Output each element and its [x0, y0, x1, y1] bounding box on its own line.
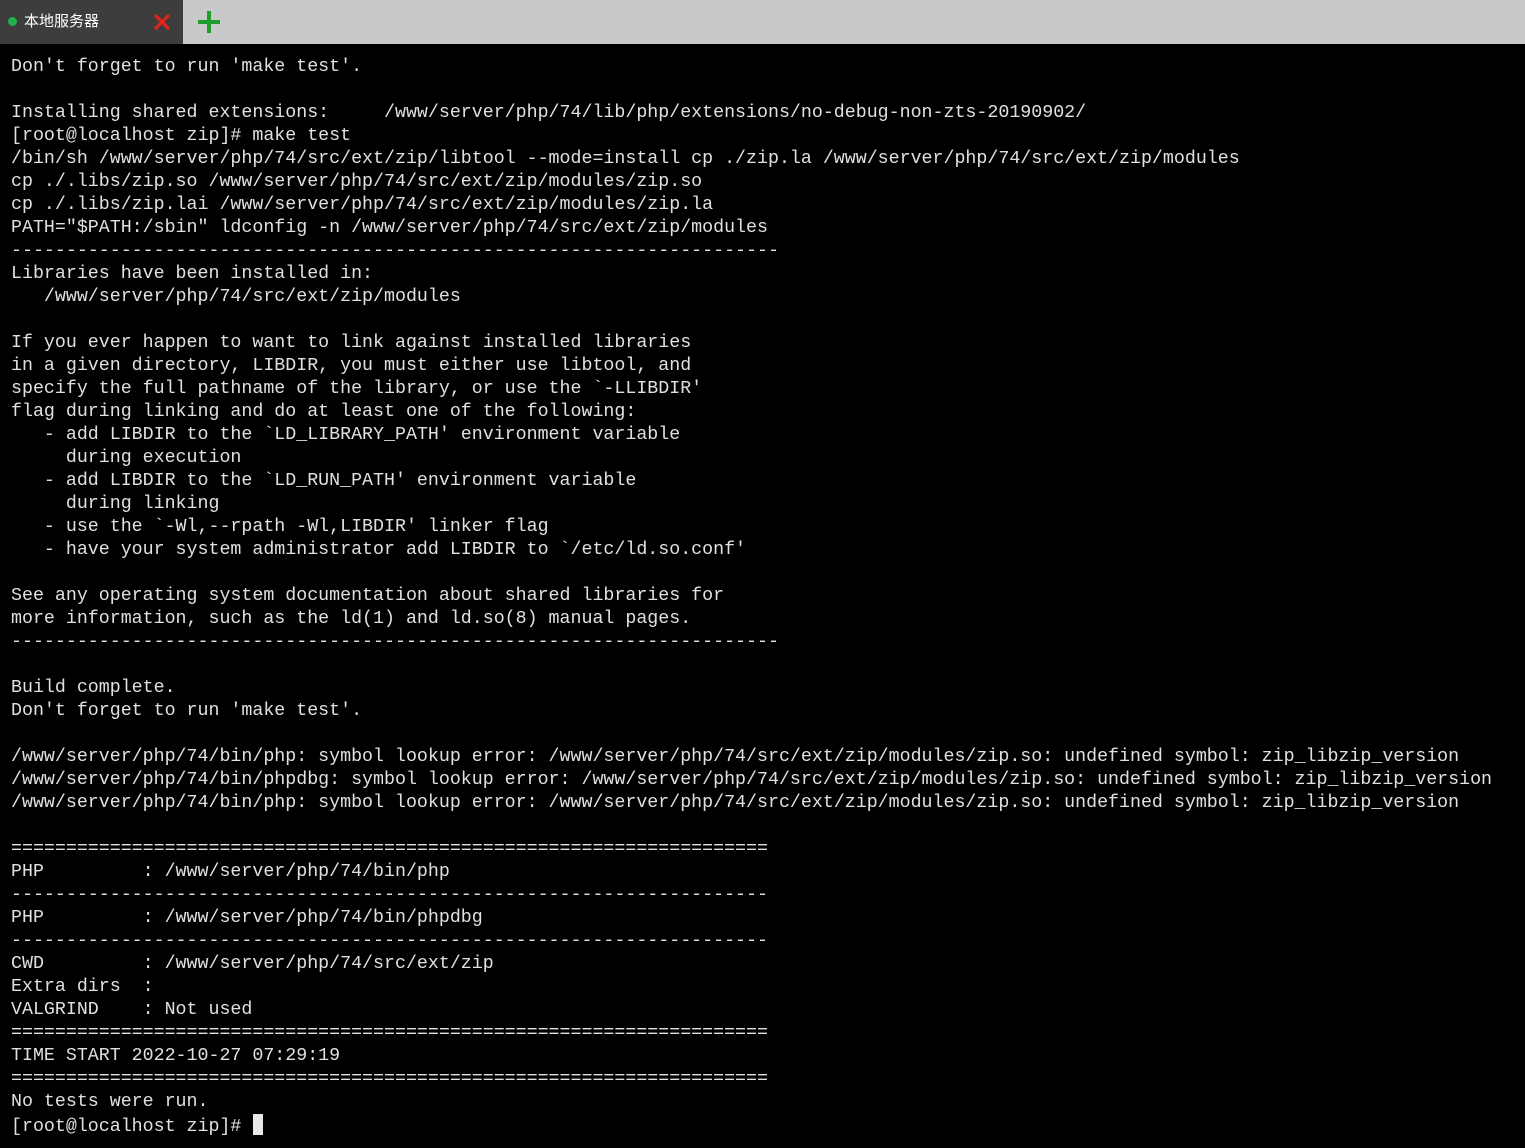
terminal-line: ========================================…: [11, 1022, 1492, 1045]
terminal-line-text: ========================================…: [11, 1023, 768, 1043]
terminal-line-text: - add LIBDIR to the `LD_RUN_PATH' enviro…: [11, 471, 637, 491]
terminal-line: in a given directory, LIBDIR, you must e…: [11, 355, 1492, 378]
terminal-line-text: cp ./.libs/zip.so /www/server/php/74/src…: [11, 172, 703, 192]
terminal-line: during execution: [11, 447, 1492, 470]
terminal-line-text: Don't forget to run 'make test'.: [11, 701, 363, 721]
terminal-line-text: ----------------------------------------…: [11, 885, 768, 905]
terminal-line: See any operating system documentation a…: [11, 585, 1492, 608]
tab-local-server[interactable]: 本地服务器: [0, 0, 183, 44]
terminal-line: - use the `-Wl,--rpath -Wl,LIBDIR' linke…: [11, 516, 1492, 539]
terminal-line: Extra dirs :: [11, 976, 1492, 999]
terminal-output[interactable]: Don't forget to run 'make test'. Installi…: [0, 44, 1525, 1148]
terminal-line-text: - use the `-Wl,--rpath -Wl,LIBDIR' linke…: [11, 517, 549, 537]
terminal-line-text: VALGRIND : Not used: [11, 1000, 253, 1020]
terminal-line-text: Installing shared extensions: /www/serve…: [11, 103, 1087, 123]
terminal-line-text: No tests were run.: [11, 1092, 209, 1112]
terminal-line-text: Build complete.: [11, 678, 176, 698]
terminal-line-text: /www/server/php/74/src/ext/zip/modules: [11, 287, 461, 307]
terminal-line: cp ./.libs/zip.lai /www/server/php/74/sr…: [11, 194, 1492, 217]
terminal-line-text: /www/server/php/74/bin/phpdbg: symbol lo…: [11, 770, 1493, 790]
terminal-line-text: [root@localhost zip]# make test: [11, 126, 352, 146]
terminal-line-text: ========================================…: [11, 839, 768, 859]
terminal-line: VALGRIND : Not used: [11, 999, 1492, 1022]
terminal-line-text: PATH="$PATH:/sbin" ldconfig -n /www/serv…: [11, 218, 768, 238]
terminal-line-text: TIME START 2022-10-27 07:29:19: [11, 1046, 341, 1066]
terminal-line-text: /bin/sh /www/server/php/74/src/ext/zip/l…: [11, 149, 1240, 169]
terminal-line: TIME START 2022-10-27 07:29:19: [11, 1045, 1492, 1068]
terminal-line: PHP : /www/server/php/74/bin/php: [11, 861, 1492, 884]
terminal-line-text: - add LIBDIR to the `LD_LIBRARY_PATH' en…: [11, 425, 681, 445]
terminal-line-text: ----------------------------------------…: [11, 931, 768, 951]
terminal-line: No tests were run.: [11, 1091, 1492, 1114]
terminal-line-text: See any operating system documentation a…: [11, 586, 725, 606]
terminal-line: ----------------------------------------…: [11, 884, 1492, 907]
terminal-line-text: PHP : /www/server/php/74/bin/phpdbg: [11, 908, 483, 928]
terminal-line-text: PHP : /www/server/php/74/bin/php: [11, 862, 450, 882]
terminal-line: /www/server/php/74/bin/php: symbol looku…: [11, 792, 1492, 815]
cursor: [253, 1114, 264, 1135]
terminal-line: ========================================…: [11, 838, 1492, 861]
terminal-line-text: /www/server/php/74/bin/php: symbol looku…: [11, 793, 1460, 813]
terminal-line: ----------------------------------------…: [11, 631, 1492, 654]
terminal-line-text: cp ./.libs/zip.lai /www/server/php/74/sr…: [11, 195, 714, 215]
status-dot-icon: [8, 17, 17, 26]
terminal-line-text: Libraries have been installed in:: [11, 264, 374, 284]
terminal-line: PHP : /www/server/php/74/bin/phpdbg: [11, 907, 1492, 930]
terminal-line: ----------------------------------------…: [11, 930, 1492, 953]
terminal-line: Don't forget to run 'make test'.: [11, 56, 1492, 79]
terminal-line: - have your system administrator add LIB…: [11, 539, 1492, 562]
terminal-line: Libraries have been installed in:: [11, 263, 1492, 286]
terminal-line-text: - have your system administrator add LIB…: [11, 540, 747, 560]
terminal-line: cp ./.libs/zip.so /www/server/php/74/src…: [11, 171, 1492, 194]
terminal-line: ----------------------------------------…: [11, 240, 1492, 263]
terminal-line: - add LIBDIR to the `LD_LIBRARY_PATH' en…: [11, 424, 1492, 447]
terminal-line: [root@localhost zip]# make test: [11, 125, 1492, 148]
terminal-line-text: CWD : /www/server/php/74/src/ext/zip: [11, 954, 494, 974]
terminal-line: during linking: [11, 493, 1492, 516]
terminal-line: /www/server/php/74/bin/php: symbol looku…: [11, 746, 1492, 769]
terminal-line-text: flag during linking and do at least one …: [11, 402, 637, 422]
terminal-line: ========================================…: [11, 1068, 1492, 1091]
terminal-line: Installing shared extensions: /www/serve…: [11, 102, 1492, 125]
terminal-line-text: specify the full pathname of the library…: [11, 379, 703, 399]
tab-label: 本地服务器: [24, 12, 100, 30]
close-x-icon[interactable]: [152, 12, 172, 32]
terminal-line: specify the full pathname of the library…: [11, 378, 1492, 401]
terminal-line: Build complete.: [11, 677, 1492, 700]
terminal-line: more information, such as the ld(1) and …: [11, 608, 1492, 631]
terminal-lines: Don't forget to run 'make test'. Installi…: [11, 56, 1492, 1137]
terminal-line-text: during execution: [11, 448, 242, 468]
terminal-line: PATH="$PATH:/sbin" ldconfig -n /www/serv…: [11, 217, 1492, 240]
terminal-line: If you ever happen to want to link again…: [11, 332, 1492, 355]
terminal-line: /www/server/php/74/bin/phpdbg: symbol lo…: [11, 769, 1492, 792]
terminal-line: /bin/sh /www/server/php/74/src/ext/zip/l…: [11, 148, 1492, 171]
terminal-line: [root@localhost zip]#: [11, 1114, 1492, 1137]
terminal-line: CWD : /www/server/php/74/src/ext/zip: [11, 953, 1492, 976]
terminal-line-text: ----------------------------------------…: [11, 632, 779, 652]
terminal-line: flag during linking and do at least one …: [11, 401, 1492, 424]
terminal-line: - add LIBDIR to the `LD_RUN_PATH' enviro…: [11, 470, 1492, 493]
tab-bar: 本地服务器: [0, 0, 1525, 44]
terminal-line: /www/server/php/74/src/ext/zip/modules: [11, 286, 1492, 309]
terminal-line-text: in a given directory, LIBDIR, you must e…: [11, 356, 692, 376]
terminal-line-text: If you ever happen to want to link again…: [11, 333, 692, 353]
terminal-line-text: /www/server/php/74/bin/php: symbol looku…: [11, 747, 1460, 767]
terminal-line-text: Extra dirs :: [11, 977, 154, 997]
plus-icon[interactable]: [198, 11, 220, 33]
terminal-line: Don't forget to run 'make test'.: [11, 700, 1492, 723]
terminal-line-text: ========================================…: [11, 1069, 768, 1089]
terminal-line-text: [root@localhost zip]#: [11, 1117, 253, 1137]
terminal-line-text: more information, such as the ld(1) and …: [11, 609, 692, 629]
terminal-line-text: during linking: [11, 494, 220, 514]
terminal-line-text: Don't forget to run 'make test'.: [11, 57, 363, 77]
terminal-line-text: ----------------------------------------…: [11, 241, 779, 261]
